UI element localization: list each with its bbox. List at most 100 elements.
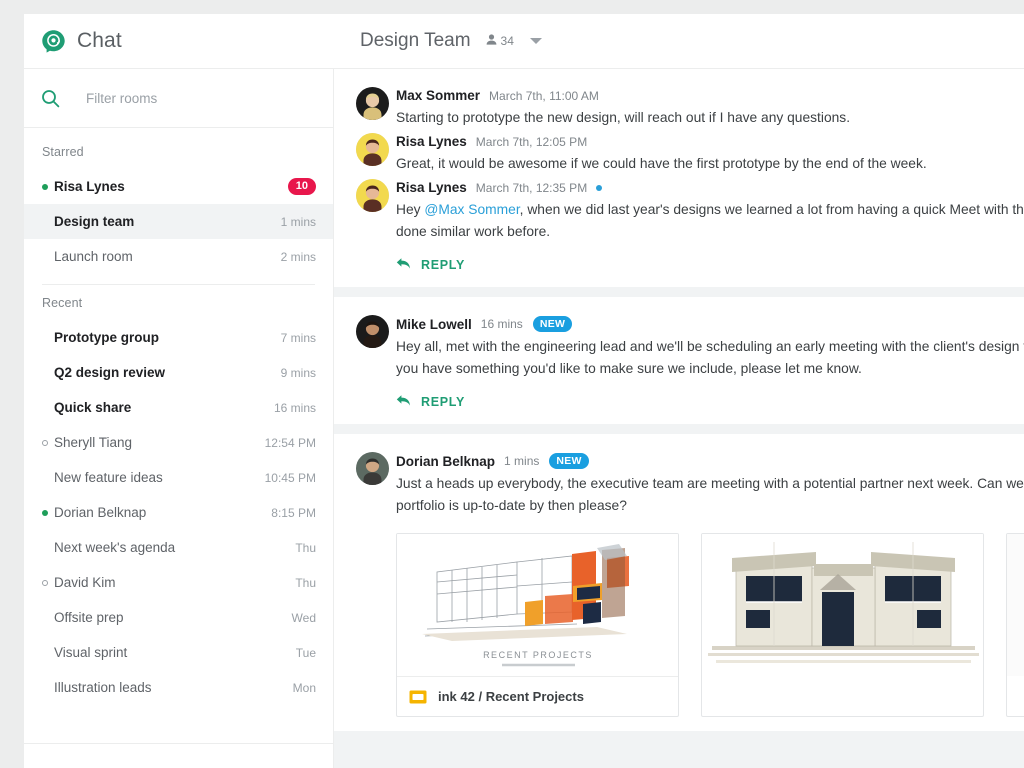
sidebar-footer	[24, 744, 333, 768]
new-message-badge: NEW	[532, 316, 573, 332]
message-header: Risa Lynes March 7th, 12:35 PM	[396, 180, 1010, 195]
sidebar-room-item[interactable]: Dorian Belknap 8:15 PM	[24, 495, 333, 530]
avatar-column	[348, 315, 396, 380]
avatar-column	[348, 452, 396, 517]
message-text: Great, it would be awesome if we could h…	[396, 153, 1010, 175]
message-author: Dorian Belknap	[396, 453, 496, 469]
person-icon	[485, 33, 498, 49]
presence-away-icon	[42, 439, 54, 446]
reply-arrow-icon	[396, 394, 411, 410]
sidebar: Starred Risa Lynes 10 Design team 1 mins Laun…	[24, 69, 334, 768]
sidebar-room-item[interactable]: Launch room 2 mins	[24, 239, 333, 274]
sidebar-room-name: Sheryll Tiang	[54, 435, 133, 450]
reply-button[interactable]: REPLY	[396, 257, 465, 273]
sidebar-room-name: Illustration leads	[54, 680, 152, 695]
reply-label: REPLY	[421, 395, 466, 409]
message-timestamp: 16 mins	[480, 317, 523, 331]
message-author: Mike Lowell	[396, 316, 472, 332]
sidebar-room-timestamp: Thu	[295, 540, 316, 555]
new-message-badge: NEW	[549, 453, 589, 469]
attachment-thumbnail	[1007, 534, 1024, 676]
sidebar-room-timestamp: Wed	[291, 610, 316, 625]
room-header: Design Team 34	[360, 30, 542, 52]
message-text-pre: Hey all, met with the engineering lead a…	[396, 339, 1024, 376]
sidebar-room-name: Design team	[54, 214, 135, 229]
sidebar-room-item[interactable]: Quick share 16 mins	[24, 390, 333, 425]
reply-button[interactable]: REPLY	[396, 394, 465, 410]
sidebar-section-label: Starred	[42, 145, 84, 159]
unread-dot-icon	[596, 184, 603, 191]
attachment-card[interactable]	[701, 533, 984, 717]
message-header: Dorian Belknap 1 mins NEW	[396, 453, 1010, 469]
sidebar-room-item[interactable]: Offsite prep Wed	[24, 600, 333, 635]
reply-arrow-icon	[396, 257, 411, 273]
message-text-pre: Hey	[396, 202, 425, 217]
message-text: Starting to prototype the new design, wi…	[396, 107, 1010, 129]
sidebar-room-item[interactable]: Risa Lynes 10	[24, 169, 333, 204]
sidebar-room-timestamp: 1 mins	[280, 214, 316, 229]
message-body: Dorian Belknap 1 mins NEW Just a heads up e…	[396, 452, 1024, 517]
message-group: Mike Lowell 16 mins NEW Hey all, met with t…	[334, 297, 1024, 424]
search-icon	[41, 89, 60, 108]
sidebar-room-timestamp: 9 mins	[280, 365, 316, 380]
brand: Chat	[24, 29, 334, 54]
sidebar-room-item[interactable]: Visual sprint Tue	[24, 635, 333, 670]
message: Mike Lowell 16 mins NEW Hey all, met with t…	[334, 315, 1024, 380]
avatar-risa-lynes-avatar[interactable]	[355, 179, 389, 212]
message: Risa Lynes March 7th, 12:35 PM Hey @Max So…	[334, 179, 1024, 243]
message: Max Sommer March 7th, 11:00 AM Starting to…	[334, 87, 1024, 129]
avatar-risa-lynes-avatar[interactable]	[355, 133, 389, 166]
avatar-max-sommer-avatar[interactable]	[355, 87, 389, 120]
sidebar-room-name: New feature ideas	[54, 470, 163, 485]
sidebar-room-item[interactable]: Q2 design review 9 mins	[24, 355, 333, 390]
sidebar-room-item[interactable]: Next week's agenda Thu	[24, 530, 333, 565]
sidebar-room-timestamp: 7 mins	[280, 330, 316, 345]
sidebar-room-item[interactable]: Illustration leads Mon	[24, 670, 333, 705]
brand-title: Chat	[77, 29, 122, 52]
avatar-column	[348, 179, 396, 243]
message-timestamp: March 7th, 11:00 AM	[489, 88, 599, 103]
mention-link[interactable]: @Max Sommer	[424, 202, 519, 217]
message-text: Just a heads up everybody, the executive…	[396, 473, 1024, 517]
attachment-cards: RECENT PROJECTS ink 42 / Recent Projects	[396, 533, 1024, 717]
sidebar-room-item[interactable]: Sheryll Tiang 12:54 PM	[24, 425, 333, 460]
message: Risa Lynes March 7th, 12:05 PM Great, it w…	[334, 133, 1024, 175]
message-text: Hey @Max Sommer, when we did last year's…	[396, 199, 1024, 243]
sidebar-room-item[interactable]: David Kim Thu	[24, 565, 333, 600]
chat-app-window: Chat Design Team 34 Filter rooms Starred…	[24, 14, 1024, 768]
sidebar-room-timestamp: 2 mins	[280, 249, 316, 264]
search-bar	[24, 69, 333, 128]
sidebar-room-timestamp: Thu	[295, 575, 316, 590]
presence-online-icon	[42, 183, 54, 190]
avatar-column	[348, 87, 396, 129]
sidebar-room-timestamp: 12:54 PM	[264, 435, 316, 450]
top-bar: Chat Design Team 34	[24, 14, 1024, 69]
sidebar-room-timestamp: 8:15 PM	[271, 505, 316, 520]
search-input[interactable]	[86, 90, 286, 106]
message-author: Risa Lynes	[396, 134, 467, 149]
unread-count-badge: 10	[287, 178, 316, 195]
message-group-gap	[334, 424, 1024, 434]
message-body: Risa Lynes March 7th, 12:35 PM Hey @Max So…	[396, 179, 1024, 243]
sidebar-room-item[interactable]: Prototype group 7 mins	[24, 320, 333, 355]
message-header: Mike Lowell 16 mins NEW	[396, 316, 1010, 332]
sidebar-room-item[interactable]: New feature ideas 10:45 PM	[24, 460, 333, 495]
attachment-thumbnail: RECENT PROJECTS	[397, 534, 678, 676]
sidebar-room-name: Visual sprint	[54, 645, 128, 660]
app-body: Starred Risa Lynes 10 Design team 1 mins Laun…	[24, 69, 1024, 768]
sidebar-room-name: Dorian Belknap	[54, 505, 147, 520]
svg-text:RECENT PROJECTS: RECENT PROJECTS	[483, 650, 593, 660]
attachment-card[interactable]	[1006, 533, 1024, 717]
avatar-dorian-belknap-avatar[interactable]	[355, 452, 389, 485]
message-body: Mike Lowell 16 mins NEW Hey all, met with t…	[396, 315, 1024, 380]
chevron-down-icon[interactable]	[529, 38, 542, 44]
sidebar-room-name: Next week's agenda	[54, 540, 176, 555]
sidebar-room-timestamp: 10:45 PM	[264, 470, 316, 485]
attachment-card[interactable]: RECENT PROJECTS ink 42 / Recent Projects	[396, 533, 679, 717]
message: Dorian Belknap 1 mins NEW Just a heads up e…	[334, 452, 1024, 517]
conversation-pane[interactable]: Max Sommer March 7th, 11:00 AM Starting to…	[334, 69, 1024, 768]
sidebar-room-item[interactable]: Design team 1 mins	[24, 204, 333, 239]
member-count[interactable]: 34	[485, 33, 514, 49]
avatar-mike-lowell-avatar[interactable]	[355, 315, 389, 348]
presence-online-icon	[42, 509, 54, 516]
